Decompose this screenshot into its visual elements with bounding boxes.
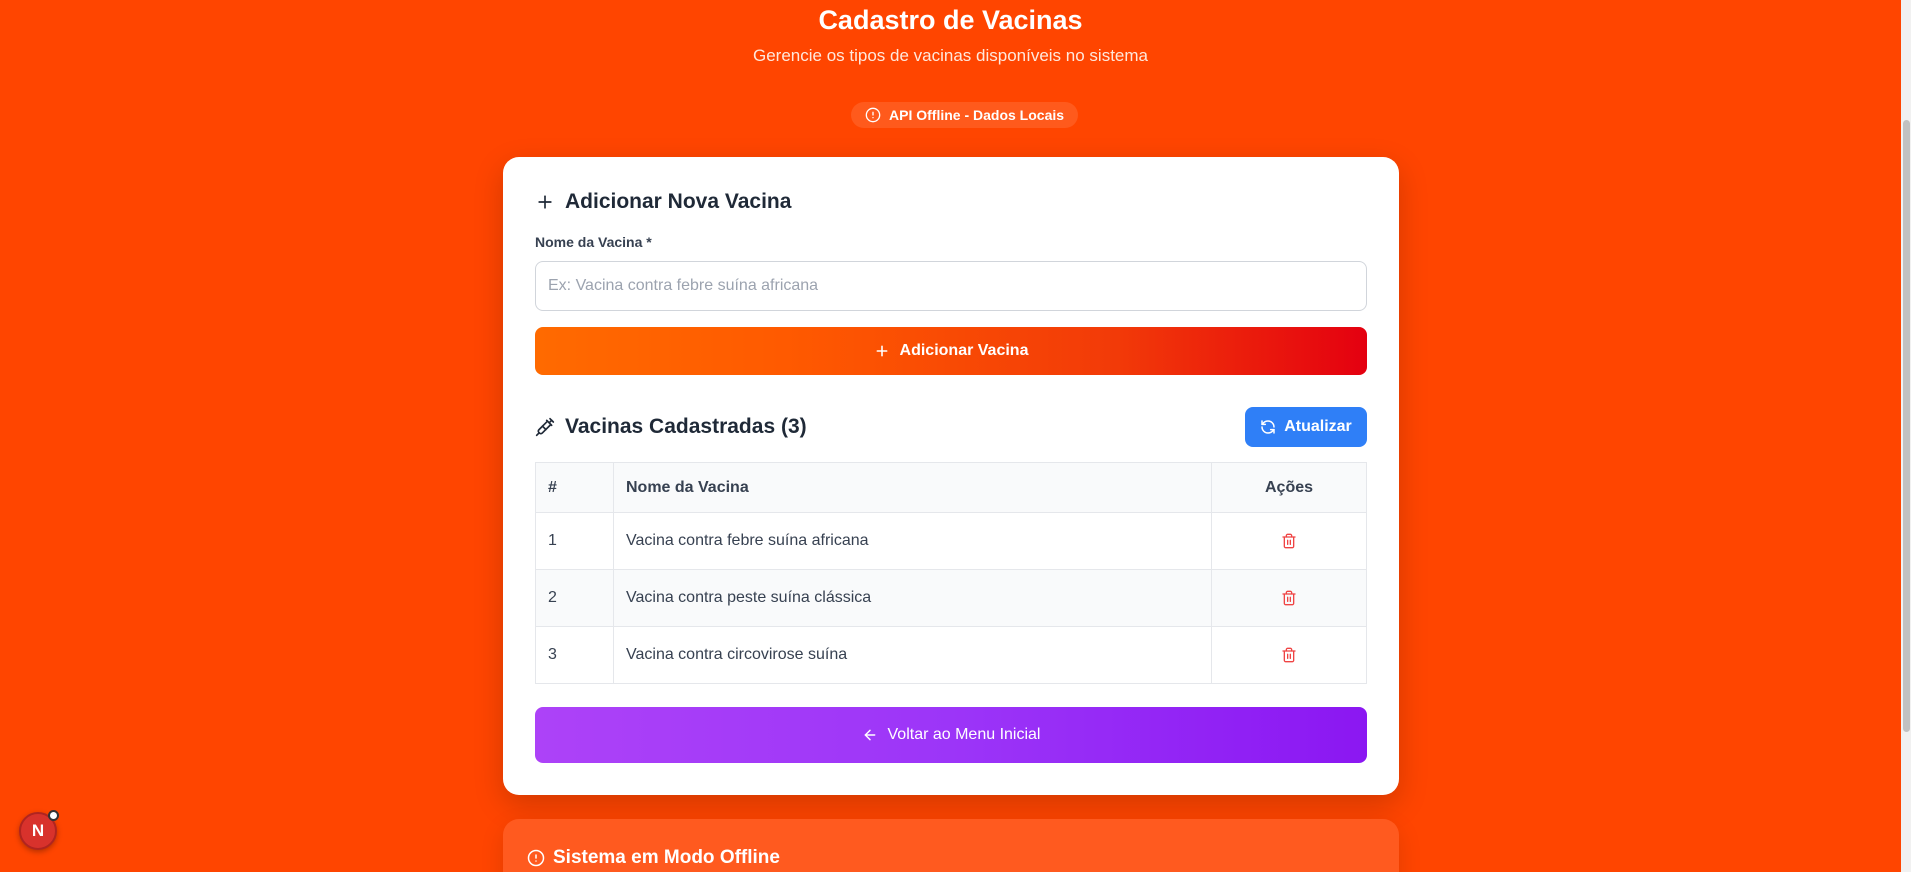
table-row: 3 Vacina contra circovirose suína bbox=[535, 626, 1367, 684]
row-actions bbox=[1211, 626, 1367, 684]
add-vaccine-title-text: Adicionar Nova Vacina bbox=[565, 190, 792, 213]
vaccine-name: Vacina contra febre suína africana bbox=[613, 512, 1212, 570]
offline-panel-title: Sistema em Modo Offline bbox=[527, 847, 780, 869]
row-actions bbox=[1211, 512, 1367, 570]
table-row: 2 Vacina contra peste suína clássica bbox=[535, 569, 1367, 627]
vaccine-name-input[interactable] bbox=[535, 261, 1367, 311]
offline-panel: Sistema em Modo Offline bbox=[503, 819, 1399, 872]
api-status-label: API Offline - Dados Locais bbox=[889, 107, 1065, 123]
back-to-menu-button[interactable]: Voltar ao Menu Inicial bbox=[535, 707, 1367, 763]
trash-icon bbox=[1281, 647, 1297, 663]
delete-button[interactable] bbox=[1277, 643, 1301, 667]
vaccine-table: # Nome da Vacina Ações 1 Vacina contra f… bbox=[535, 462, 1367, 684]
vaccine-name: Vacina contra peste suína clássica bbox=[613, 569, 1212, 627]
registered-vaccines-title-text: Vacinas Cadastradas (3) bbox=[565, 415, 807, 438]
page-title: Cadastro de Vacinas bbox=[818, 5, 1083, 35]
scrollbar-thumb[interactable] bbox=[1903, 120, 1910, 732]
row-number: 1 bbox=[535, 512, 614, 570]
add-vaccine-button-label: Adicionar Vacina bbox=[899, 342, 1029, 359]
refresh-button-label: Atualizar bbox=[1284, 418, 1352, 435]
plus-icon bbox=[874, 343, 890, 359]
arrow-left-icon bbox=[862, 727, 878, 743]
delete-button[interactable] bbox=[1277, 529, 1301, 553]
column-header-name: Nome da Vacina bbox=[613, 462, 1212, 513]
row-number: 2 bbox=[535, 569, 614, 627]
syringe-icon bbox=[535, 417, 555, 437]
notification-dot bbox=[48, 810, 59, 821]
vaccine-card: Adicionar Nova Vacina Nome da Vacina * A… bbox=[503, 157, 1399, 795]
trash-icon bbox=[1281, 533, 1297, 549]
refresh-icon bbox=[1260, 419, 1276, 435]
plus-icon bbox=[535, 192, 555, 212]
dev-badge-letter: N bbox=[31, 821, 45, 840]
add-vaccine-button[interactable]: Adicionar Vacina bbox=[535, 327, 1367, 375]
delete-button[interactable] bbox=[1277, 586, 1301, 610]
column-header-number: # bbox=[535, 462, 614, 513]
api-status-badge: API Offline - Dados Locais bbox=[851, 102, 1079, 128]
row-actions bbox=[1211, 569, 1367, 627]
alert-circle-icon bbox=[527, 849, 545, 867]
offline-panel-title-text: Sistema em Modo Offline bbox=[553, 847, 780, 868]
alert-circle-icon bbox=[865, 107, 881, 123]
refresh-button[interactable]: Atualizar bbox=[1245, 407, 1367, 447]
vaccine-name: Vacina contra circovirose suína bbox=[613, 626, 1212, 684]
table-header-row: # Nome da Vacina Ações bbox=[535, 462, 1367, 513]
add-vaccine-title: Adicionar Nova Vacina bbox=[535, 190, 791, 214]
vaccine-name-label: Nome da Vacina * bbox=[535, 234, 652, 250]
page-header: Cadastro de Vacinas Gerencie os tipos de… bbox=[0, 4, 1901, 66]
row-number: 3 bbox=[535, 626, 614, 684]
table-row: 1 Vacina contra febre suína africana bbox=[535, 512, 1367, 570]
back-to-menu-label: Voltar ao Menu Inicial bbox=[887, 726, 1041, 743]
column-header-actions: Ações bbox=[1211, 462, 1367, 513]
trash-icon bbox=[1281, 590, 1297, 606]
registered-vaccines-title: Vacinas Cadastradas (3) bbox=[535, 415, 807, 439]
page-subtitle: Gerencie os tipos de vacinas disponíveis… bbox=[753, 46, 1148, 65]
next-dev-badge[interactable]: N bbox=[19, 810, 59, 850]
